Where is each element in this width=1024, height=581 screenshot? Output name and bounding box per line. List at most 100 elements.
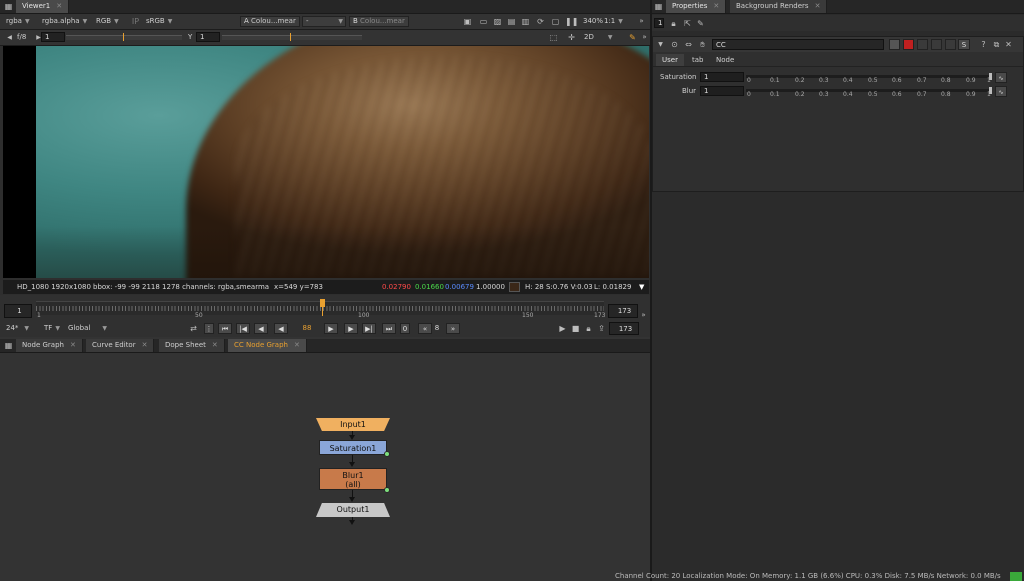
- mask-overlay-icon[interactable]: ▭: [478, 16, 489, 27]
- next-keyframe-button[interactable]: ▶|: [362, 323, 376, 334]
- global-dropdown[interactable]: Global ▼: [68, 323, 107, 334]
- node-name-field[interactable]: CC: [712, 39, 884, 50]
- lock-icon[interactable]: 🔒︎: [668, 18, 679, 29]
- brush-icon[interactable]: ✎: [627, 32, 638, 43]
- tab-node-graph[interactable]: Node Graph ✕: [16, 339, 83, 352]
- saturation-field[interactable]: 1: [700, 72, 744, 82]
- timeline-start-field[interactable]: 1: [4, 304, 32, 318]
- close-icon[interactable]: ✕: [212, 341, 218, 349]
- float-icon[interactable]: ⇱: [682, 18, 693, 29]
- gamma-field[interactable]: 1: [196, 32, 220, 42]
- roi-select-icon[interactable]: ⬚: [548, 32, 559, 43]
- tab-properties[interactable]: Properties ✕: [666, 0, 727, 13]
- zebra-icon[interactable]: ▨: [492, 16, 503, 27]
- revert-button[interactable]: [945, 39, 956, 50]
- view-mode-dropdown[interactable]: 2D ▼: [584, 32, 612, 43]
- zoom-value[interactable]: 340%: [583, 16, 603, 27]
- prev-keyframe-button[interactable]: |◀: [236, 323, 250, 334]
- node-icon[interactable]: ✋︎: [697, 39, 708, 50]
- redo-button[interactable]: [931, 39, 942, 50]
- tab-viewer1[interactable]: Viewer1 ✕: [16, 0, 70, 13]
- in-out-icon[interactable]: ⋮: [204, 323, 214, 334]
- animation-menu-icon[interactable]: ∿: [995, 72, 1007, 83]
- pause-icon[interactable]: ❚❚: [565, 16, 578, 27]
- help-icon[interactable]: ?: [978, 39, 989, 50]
- alpha-dropdown[interactable]: rgba.alpha ▼: [42, 16, 87, 27]
- play-backward-button[interactable]: ◀: [254, 323, 268, 334]
- blur-field[interactable]: 1: [700, 86, 744, 96]
- prev-frame-button[interactable]: ◀: [274, 323, 288, 334]
- step-forward-button[interactable]: »: [446, 323, 460, 334]
- flipbook-icon[interactable]: ▶: [557, 323, 568, 334]
- chevron-down-icon[interactable]: »: [639, 32, 650, 43]
- close-icon[interactable]: ✕: [56, 2, 62, 10]
- stop-button[interactable]: 0: [400, 323, 410, 334]
- tab-dope-sheet[interactable]: Dope Sheet ✕: [159, 339, 225, 352]
- blur-slider[interactable]: 0 0.1 0.2 0.3 0.4 0.5 0.6 0.7 0.8 0.9 1: [746, 87, 992, 98]
- transform-icon[interactable]: ✛: [566, 32, 577, 43]
- refresh-icon[interactable]: ⟳: [535, 16, 546, 27]
- export-icon[interactable]: ⇪: [596, 323, 607, 334]
- lock-icon[interactable]: 🔒︎: [583, 323, 594, 334]
- subtab-tab[interactable]: tab: [688, 54, 707, 66]
- collapse-icon[interactable]: ▼: [655, 39, 666, 50]
- b-input-selector[interactable]: B Colou...mear: [349, 16, 409, 27]
- proxy-icon[interactable]: ▥: [520, 16, 531, 27]
- increment-field[interactable]: 8: [432, 323, 442, 334]
- mask-input-dot[interactable]: [384, 451, 390, 457]
- blur-node[interactable]: Blur1 (all): [319, 468, 387, 490]
- close-icon[interactable]: ✕: [70, 341, 76, 349]
- viewer-canvas[interactable]: [3, 46, 649, 278]
- center-node-icon[interactable]: ⊙: [669, 39, 680, 50]
- chevron-down-icon[interactable]: ▼: [639, 280, 644, 294]
- gain-field[interactable]: 1: [41, 32, 65, 42]
- panel-menu-icon[interactable]: ▦: [3, 1, 14, 12]
- next-frame-button[interactable]: ▶: [324, 323, 338, 334]
- colorspace-dropdown[interactable]: RGB ▼: [96, 16, 119, 27]
- saturation-node[interactable]: Saturation1: [319, 440, 387, 455]
- settings-icon[interactable]: S: [958, 39, 970, 50]
- animation-menu-icon[interactable]: ∿: [995, 86, 1007, 97]
- wipe-mode-dropdown[interactable]: - ▼: [302, 16, 346, 27]
- render-icon[interactable]: ■: [570, 323, 581, 334]
- output-node[interactable]: Output1: [316, 503, 390, 517]
- tab-cc-node-graph[interactable]: CC Node Graph ✕: [228, 339, 307, 352]
- max-panels-field[interactable]: 1: [654, 18, 664, 28]
- saturation-slider[interactable]: 0 0.1 0.2 0.3 0.4 0.5 0.6 0.7 0.8 0.9 1: [746, 73, 992, 84]
- clear-icon[interactable]: ✎: [695, 18, 706, 29]
- mask-input-dot[interactable]: [384, 487, 390, 493]
- chevron-down-icon[interactable]: »: [638, 310, 649, 321]
- close-icon[interactable]: ✕: [815, 2, 821, 10]
- ratio-dropdown[interactable]: 1:1 ▼: [604, 16, 623, 27]
- a-input-selector[interactable]: A Colou...mear: [240, 16, 300, 27]
- chevron-down-icon[interactable]: »: [636, 16, 647, 27]
- roi-icon[interactable]: ▣: [462, 16, 473, 27]
- aperture-prev-icon[interactable]: ◀: [4, 32, 15, 43]
- tf-dropdown[interactable]: TF ▼: [44, 323, 60, 334]
- tab-background-renders[interactable]: Background Renders ✕: [730, 0, 828, 13]
- status-indicator[interactable]: [1010, 572, 1022, 581]
- first-frame-button[interactable]: ⏮: [218, 323, 232, 334]
- step-back-button[interactable]: «: [418, 323, 432, 334]
- fps-dropdown[interactable]: 24* ▼: [6, 323, 29, 334]
- gamma-slider[interactable]: [222, 35, 362, 40]
- close-icon[interactable]: ✕: [1003, 39, 1014, 50]
- play-forward-button[interactable]: ▶: [344, 323, 358, 334]
- last-frame-button[interactable]: ⏭: [382, 323, 396, 334]
- subtab-user[interactable]: User: [656, 54, 684, 66]
- monitor-out-icon[interactable]: ▤: [506, 16, 517, 27]
- undo-button[interactable]: [917, 39, 928, 50]
- fstop-value[interactable]: f/8: [17, 32, 26, 43]
- current-frame-field[interactable]: 88: [298, 323, 316, 334]
- input-node[interactable]: Input1: [316, 418, 390, 431]
- channels-dropdown[interactable]: rgba ▼: [6, 16, 30, 27]
- panel-menu-icon[interactable]: ▦: [3, 340, 14, 351]
- lut-dropdown[interactable]: sRGB ▼: [146, 16, 172, 27]
- close-icon[interactable]: ✕: [713, 2, 719, 10]
- close-icon[interactable]: ✕: [294, 341, 300, 349]
- timeline-end-field[interactable]: 173: [608, 304, 638, 318]
- loop-icon[interactable]: ⇄: [188, 323, 199, 334]
- node-red-color-button[interactable]: [903, 39, 914, 50]
- node-tab-icon[interactable]: ⇔: [683, 39, 694, 50]
- float-panel-icon[interactable]: ⧉: [991, 39, 1002, 50]
